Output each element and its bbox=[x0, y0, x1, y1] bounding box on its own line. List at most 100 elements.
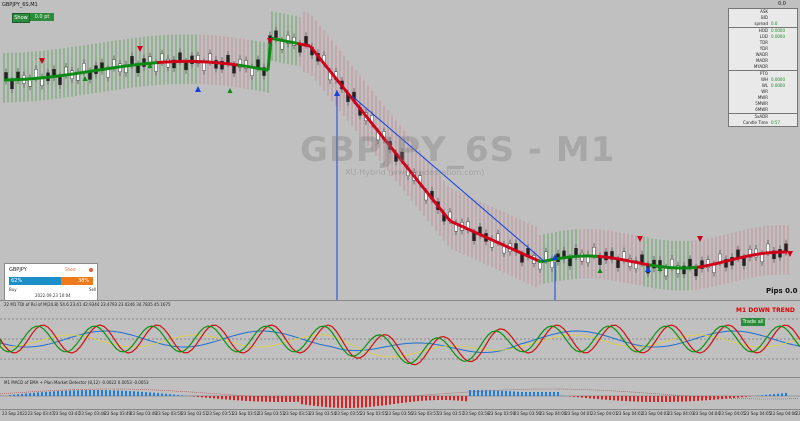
trend-line-segment bbox=[706, 265, 709, 266]
main-chart-pane[interactable]: GBPJPY_6S,M1 Show 0.0 pt GBPJPY_6S - M1 … bbox=[0, 0, 800, 301]
market-info-panel: ASKBIDspread0.0HOD0.0000LOD0.0000TDRYDRW… bbox=[728, 8, 798, 127]
candle-body bbox=[209, 54, 212, 62]
candle-body bbox=[641, 255, 644, 263]
time-tick: 23 Se bbox=[796, 411, 800, 416]
candle-body bbox=[767, 244, 770, 252]
time-tick: 23 Sep 2022 bbox=[2, 411, 27, 416]
trend-line-segment bbox=[277, 39, 280, 40]
trend-line-segment bbox=[253, 67, 256, 68]
candle-body bbox=[569, 258, 572, 266]
candle-body bbox=[107, 70, 110, 78]
time-tick: 23 Sep 04:00 bbox=[540, 411, 567, 416]
trend-line-segment bbox=[250, 67, 253, 68]
trend-line-segment bbox=[511, 248, 514, 249]
sentiment-widget[interactable]: GBPJPY Short 62% 38% Buy Sell 2022.09.23… bbox=[4, 263, 98, 301]
trend-line-segment bbox=[736, 258, 739, 259]
chart-watermark: GBPJPY_6S - M1 bbox=[300, 130, 615, 170]
candle-body bbox=[671, 259, 674, 267]
trend-line-segment bbox=[262, 69, 265, 70]
widget-status: Short bbox=[65, 267, 76, 272]
trend-line-segment bbox=[646, 264, 649, 265]
time-tick: 23 Sep 04:02 bbox=[616, 411, 643, 416]
trend-line-segment bbox=[478, 234, 481, 235]
trend-line-segment bbox=[634, 262, 637, 263]
trend-line-segment bbox=[625, 260, 628, 261]
trend-line-segment bbox=[517, 251, 520, 252]
trend-label: M1 DOWN TREND bbox=[736, 307, 795, 314]
tdi-indicator-pane[interactable]: 22 M1 TDI of Rsi of M(24,8) 54.6 23.41 4… bbox=[0, 301, 800, 378]
time-tick: 23 Sep 03:59 bbox=[488, 411, 515, 416]
trend-line-segment bbox=[622, 260, 625, 261]
trend-line-segment bbox=[709, 265, 712, 266]
candle-body bbox=[185, 62, 188, 70]
candle-body bbox=[59, 77, 62, 85]
time-tick: 23 Sep 03:47 bbox=[28, 411, 55, 416]
trend-line-segment bbox=[448, 219, 451, 222]
trend-line-segment bbox=[469, 230, 472, 231]
candle-body bbox=[689, 259, 692, 267]
candle-body bbox=[497, 234, 500, 242]
show-button[interactable]: Show bbox=[12, 13, 30, 23]
candle-body bbox=[83, 63, 86, 71]
time-tick: 23 Sep 03:49 bbox=[130, 411, 157, 416]
candle-body bbox=[521, 254, 524, 262]
time-tick: 23 Sep 03:49 bbox=[104, 411, 131, 416]
candle-body bbox=[131, 56, 134, 64]
trend-line-segment bbox=[628, 261, 631, 262]
trend-line-segment bbox=[631, 261, 634, 262]
tdi-title: 22 M1 TDI of Rsi of M(24,8) 54.6 23.41 4… bbox=[4, 302, 171, 307]
trend-line-segment bbox=[307, 45, 310, 46]
trend-line-segment bbox=[454, 223, 457, 224]
trend-line-segment bbox=[484, 236, 487, 237]
trend-line-segment bbox=[529, 257, 532, 258]
trend-line-segment bbox=[490, 239, 493, 240]
trend-line-segment bbox=[451, 221, 454, 222]
time-axis: 23 Sep 202223 Sep 03:4723 Sep 03:4723 Se… bbox=[0, 409, 800, 421]
time-tick: 23 Sep 03:56 bbox=[386, 411, 413, 416]
macd-indicator-pane[interactable]: M1 MACD of EMA + Plan Market Detector (8… bbox=[0, 378, 800, 408]
pips-label: Pips 0.0 bbox=[766, 287, 798, 295]
trend-line-segment bbox=[745, 256, 748, 257]
time-tick: 23 Sep 04:03 bbox=[642, 411, 669, 416]
time-tick: 23 Sep 03:57 bbox=[412, 411, 439, 416]
trend-line-segment bbox=[304, 45, 307, 46]
time-tick: 23 Sep 03:52 bbox=[232, 411, 259, 416]
trend-line-segment bbox=[298, 44, 301, 45]
trend-line-segment bbox=[286, 41, 289, 42]
trend-line-segment bbox=[649, 265, 652, 266]
trend-line-segment bbox=[439, 207, 442, 211]
buy-label: Buy bbox=[9, 287, 17, 292]
trend-line-segment bbox=[739, 257, 742, 258]
time-tick: 23 Sep 03:58 bbox=[463, 411, 490, 416]
info-key: Candle Time bbox=[743, 120, 768, 126]
trend-line-segment bbox=[508, 247, 511, 248]
arrow-up-icon bbox=[195, 86, 201, 92]
trend-line-segment bbox=[475, 232, 478, 233]
arrow-up-icon bbox=[598, 268, 603, 273]
chart-watermark-sub: XU-Hybrid (www.tradestation.com) bbox=[345, 168, 484, 177]
trend-line-segment bbox=[721, 262, 724, 263]
time-tick: 23 Sep 04:06 bbox=[770, 411, 797, 416]
trade-all-button[interactable]: Trade all bbox=[741, 318, 765, 326]
sell-percent: 38% bbox=[78, 278, 89, 284]
time-tick: 23 Sep 03:54 bbox=[309, 411, 336, 416]
trend-line-segment bbox=[637, 263, 640, 264]
candle-body bbox=[473, 233, 476, 241]
candle-body bbox=[305, 36, 308, 44]
candle-body bbox=[233, 65, 236, 73]
trend-line-segment bbox=[487, 238, 490, 239]
arrow-down-icon bbox=[637, 236, 643, 242]
arrow-up-icon bbox=[83, 76, 88, 81]
trend-line-segment bbox=[523, 254, 526, 255]
sell-label: Sell bbox=[89, 287, 96, 292]
trend-line-segment bbox=[502, 244, 505, 245]
time-tick: 23 Sep 03:57 bbox=[437, 411, 464, 416]
trend-line-segment bbox=[712, 264, 715, 265]
widget-date: 2022.09.23 10:04 bbox=[35, 293, 71, 298]
time-tick: 23 Sep 04:04 bbox=[693, 411, 720, 416]
trend-line-segment bbox=[616, 259, 619, 260]
candle-body bbox=[227, 55, 230, 63]
info-key: MYADR bbox=[754, 64, 768, 70]
arrow-up-icon bbox=[228, 88, 233, 93]
candle-body bbox=[617, 260, 620, 268]
